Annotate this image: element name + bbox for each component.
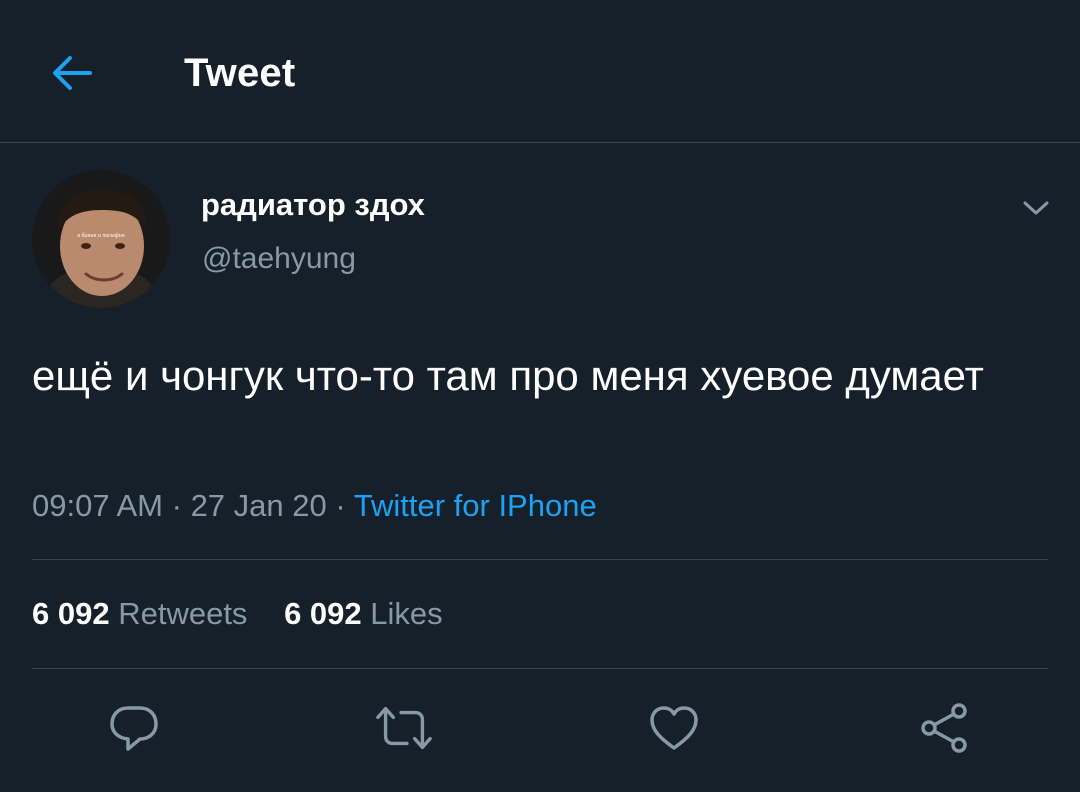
tweet-time: 09:07 AM (32, 488, 163, 523)
page-title: Tweet (184, 51, 296, 95)
retweet-button[interactable] (374, 700, 434, 756)
author-display-name[interactable]: радиатор здох (201, 186, 425, 224)
tweet-text: ещё и чонгук что-то там про меня хуевое … (32, 352, 984, 399)
tweet-meta: 09:07 AM · 27 Jan 20 · Twitter for IPhon… (32, 486, 597, 526)
tweet-options-button[interactable] (1016, 192, 1056, 224)
divider (32, 559, 1048, 560)
meta-separator: · (335, 488, 346, 523)
likes-label: Likes (370, 596, 443, 631)
chevron-down-icon (1023, 201, 1049, 215)
meta-separator: · (171, 488, 182, 523)
heart-icon (650, 706, 698, 750)
retweet-icon (376, 706, 432, 750)
tweet-detail-screen: Tweet я банан и телефон радиатор здох @t… (0, 0, 1080, 792)
avatar-photo: я банан и телефон (32, 170, 170, 308)
share-icon (921, 703, 967, 753)
like-button[interactable] (644, 700, 704, 756)
tweet-stats: 6 092 Retweets 6 092 Likes (32, 594, 471, 634)
retweets-count: 6 092 (32, 596, 110, 631)
likes-count: 6 092 (284, 596, 362, 631)
tweet-date: 27 Jan 20 (190, 488, 327, 523)
avatar[interactable]: я банан и телефон (32, 170, 170, 308)
likes-stat[interactable]: 6 092 Likes (284, 594, 443, 634)
retweets-stat[interactable]: 6 092 Retweets (32, 594, 247, 634)
share-button[interactable] (914, 700, 974, 756)
reply-button[interactable] (104, 700, 164, 756)
avatar-caption: я банан и телефон (76, 232, 125, 239)
retweets-label: Retweets (118, 596, 248, 631)
arrow-left-icon (53, 56, 92, 90)
tweet-source-link[interactable]: Twitter for IPhone (354, 488, 597, 523)
author-handle[interactable]: @taehyung (202, 240, 356, 278)
back-button[interactable] (44, 48, 100, 98)
reply-icon (110, 706, 158, 751)
divider (32, 668, 1048, 669)
top-bar: Tweet (0, 0, 1080, 143)
